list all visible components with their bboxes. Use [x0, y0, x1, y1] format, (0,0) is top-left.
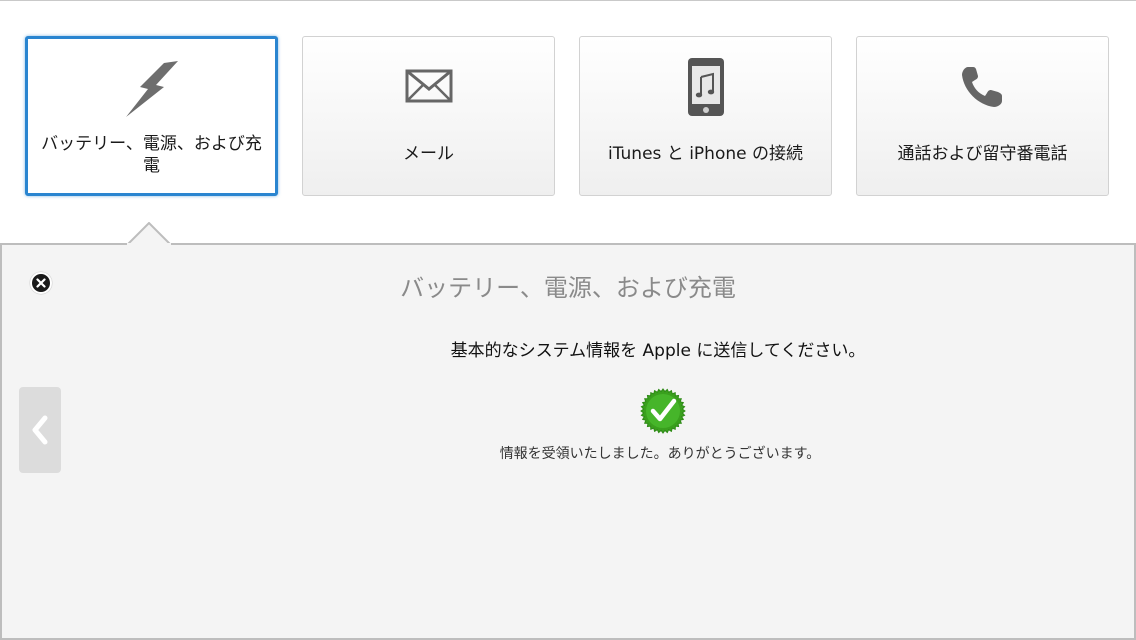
category-tile-itunes[interactable]: iTunes と iPhone の接続	[579, 36, 832, 196]
phone-handset-icon	[857, 63, 1108, 111]
category-label: メール	[403, 144, 454, 164]
category-label: iTunes と iPhone の接続	[608, 144, 803, 164]
top-divider	[0, 0, 1136, 1]
back-button[interactable]	[19, 387, 61, 473]
lightning-bolt-icon	[28, 59, 275, 119]
category-tile-battery[interactable]: バッテリー、電源、および充電	[25, 36, 278, 196]
support-screen: バッテリー、電源、および充電 メール iTunes と iPhone の接続 通…	[0, 0, 1136, 640]
chevron-left-icon	[32, 415, 48, 445]
category-tile-mail[interactable]: メール	[302, 36, 555, 196]
iphone-music-icon	[580, 57, 831, 117]
checkmark-badge-icon	[640, 388, 686, 434]
category-label: 通話および留守番電話	[897, 144, 1068, 164]
panel-title: バッテリー、電源、および充電	[400, 274, 736, 302]
status-message: 情報を受領いたしました。ありがとうございます。	[499, 446, 821, 462]
category-label: バッテリー、電源、および充電	[41, 134, 262, 176]
instruction-text: 基本的なシステム情報を Apple に送信してください。	[450, 341, 866, 361]
panel-pointer	[127, 222, 171, 246]
envelope-icon	[303, 69, 554, 103]
category-tile-calls[interactable]: 通話および留守番電話	[856, 36, 1109, 196]
